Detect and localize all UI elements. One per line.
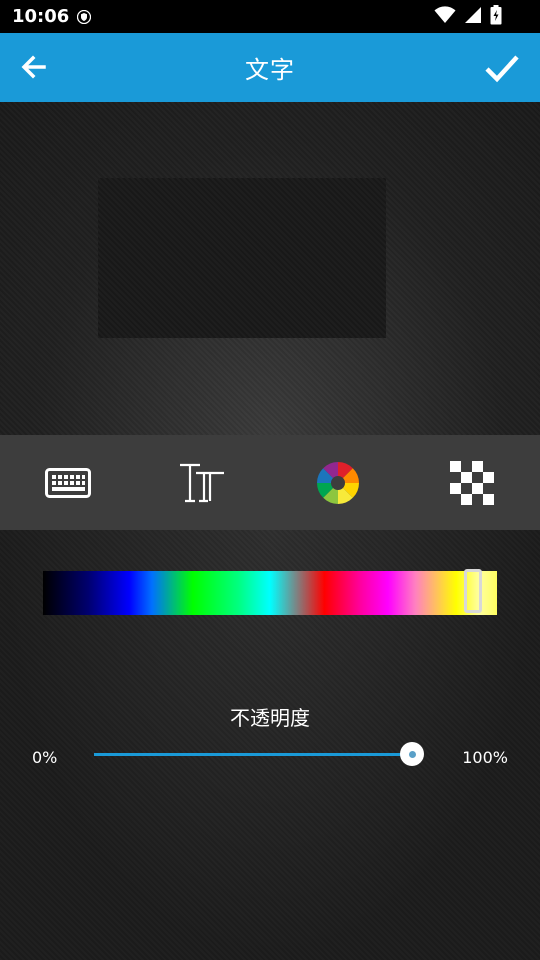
status-time: 10:06 — [12, 6, 70, 27]
confirm-button[interactable] — [484, 51, 520, 85]
color-opacity-panel: 不透明度 0% 100% — [0, 530, 540, 960]
color-wheel-icon — [317, 462, 359, 504]
opacity-max-label: 100% — [462, 748, 508, 767]
shield-icon — [77, 9, 92, 24]
battery-icon — [490, 5, 502, 29]
checkerboard-icon — [450, 461, 494, 505]
opacity-label: 不透明度 — [230, 706, 310, 730]
color-tool-button[interactable] — [314, 459, 362, 507]
app-bar: 文字 — [0, 33, 540, 102]
opacity-tool-button[interactable] — [448, 459, 496, 507]
back-button[interactable] — [20, 53, 48, 81]
page-title: 文字 — [245, 56, 295, 84]
opacity-slider-fill — [94, 753, 412, 756]
slider-thumb-dot — [408, 750, 416, 758]
wifi-icon — [434, 6, 456, 28]
check-icon — [485, 55, 519, 83]
text-preview-box[interactable] — [98, 178, 386, 338]
tool-bar — [0, 435, 540, 530]
status-bar: 10:06 — [0, 0, 540, 33]
keyboard-icon — [45, 468, 91, 498]
font-tool-button[interactable] — [178, 459, 226, 507]
opacity-min-label: 0% — [32, 748, 58, 767]
color-spectrum-bar[interactable] — [43, 569, 497, 615]
keyboard-tool-button[interactable] — [44, 459, 92, 507]
font-size-icon — [180, 463, 224, 503]
signal-icon — [464, 6, 482, 28]
opacity-slider-thumb[interactable] — [400, 742, 424, 766]
opacity-slider[interactable] — [94, 742, 424, 766]
arrow-left-icon — [21, 55, 46, 79]
preview-canvas — [0, 102, 540, 435]
color-picker-handle[interactable] — [464, 569, 482, 613]
